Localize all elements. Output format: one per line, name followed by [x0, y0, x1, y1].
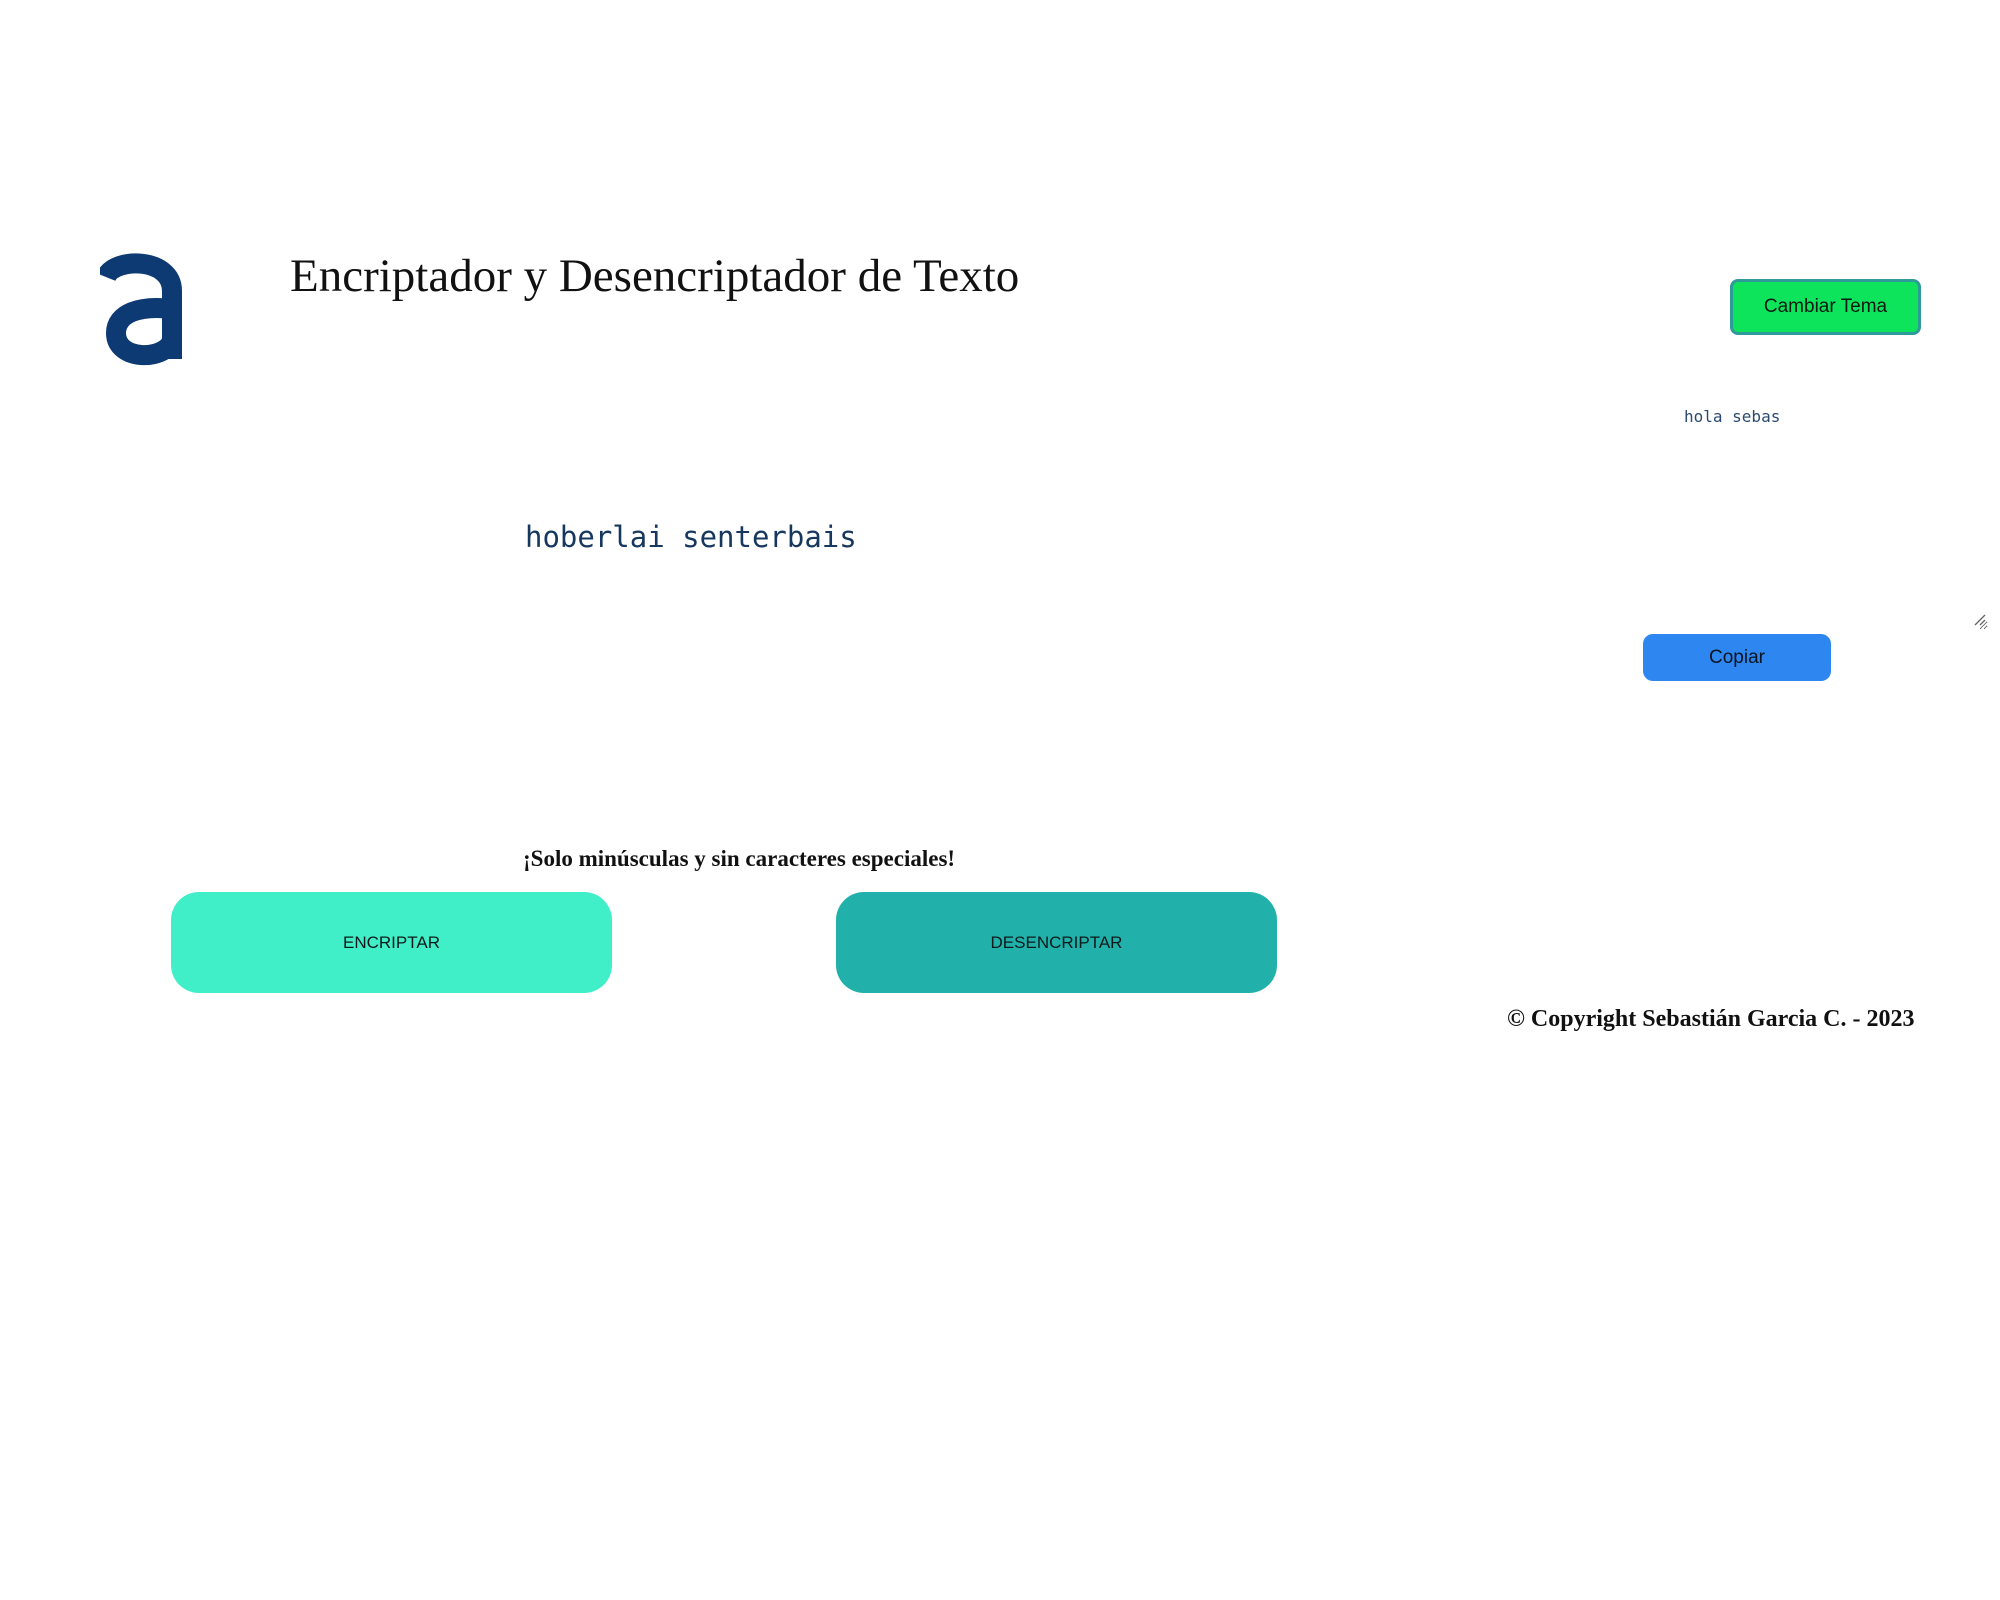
change-theme-button[interactable]: Cambiar Tema [1730, 279, 1921, 335]
warning-text: ¡Solo minúsculas y sin caracteres especi… [523, 846, 956, 871]
resize-handle-icon[interactable] [1972, 612, 1986, 626]
result-output[interactable]: hola sebas [1670, 395, 1988, 630]
copyright-footer: © Copyright Sebastián Garcia C. - 2023 [1507, 1006, 1915, 1032]
encrypt-button[interactable]: ENCRIPTAR [171, 892, 612, 993]
alura-logo-icon [96, 245, 184, 371]
copy-button[interactable]: Copiar [1643, 634, 1831, 681]
page-title: Encriptador y Desencriptador de Texto [290, 250, 1020, 302]
text-input[interactable]: hoberlai senterbais [515, 510, 1215, 770]
decrypt-button[interactable]: DESENCRIPTAR [836, 892, 1277, 993]
